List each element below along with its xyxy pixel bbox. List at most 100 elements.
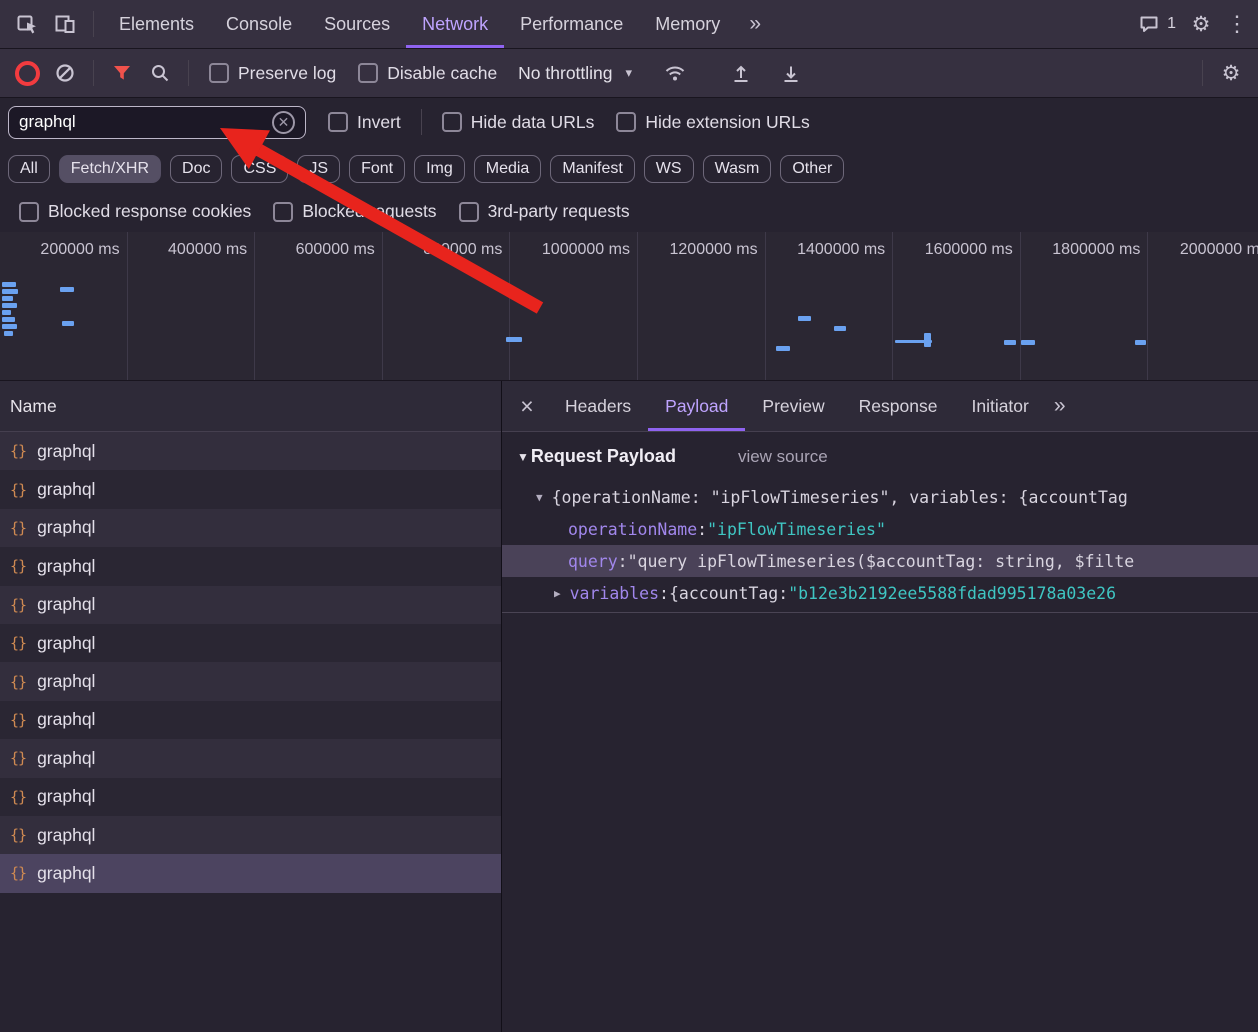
request-row[interactable]: {}graphql: [0, 509, 501, 547]
type-pill-css[interactable]: CSS: [231, 155, 288, 183]
payload-object-prefix: {accountTag:: [669, 584, 788, 603]
checkbox-label: Blocked response cookies: [48, 201, 251, 222]
request-payload-section-header: ▼ Request Payload view source: [502, 432, 1258, 481]
type-pill-doc[interactable]: Doc: [170, 155, 222, 183]
expand-triangle-icon[interactable]: ▶: [554, 587, 561, 600]
collapse-triangle-icon[interactable]: ▼: [517, 450, 529, 464]
hide-extension-urls-checkbox[interactable]: Hide extension URLs: [616, 112, 809, 133]
type-pill-ws[interactable]: WS: [644, 155, 694, 183]
request-row[interactable]: {}graphql: [0, 586, 501, 624]
payload-key: query: [568, 552, 618, 571]
download-arrow-icon: [780, 62, 802, 84]
type-pill-manifest[interactable]: Manifest: [550, 155, 634, 183]
filter-input-value: graphql: [19, 112, 272, 132]
request-row[interactable]: {}graphql: [0, 432, 501, 470]
payload-tree: ▼ {operationName: "ipFlowTimeseries", va…: [502, 481, 1258, 613]
import-har-button[interactable]: [722, 54, 760, 92]
payload-variables-row[interactable]: ▶ variables: {accountTag: "b12e3b2192ee5…: [502, 577, 1258, 609]
preserve-log-checkbox[interactable]: Preserve log: [209, 63, 336, 84]
clear-requests-button[interactable]: [46, 54, 84, 92]
request-row[interactable]: {}graphql: [0, 624, 501, 662]
tab-sources[interactable]: Sources: [308, 0, 406, 48]
request-name: graphql: [37, 594, 95, 615]
invert-checkbox[interactable]: Invert: [328, 112, 401, 133]
tab-performance[interactable]: Performance: [504, 0, 639, 48]
blocked-requests-checkbox[interactable]: Blocked requests: [273, 201, 436, 222]
tab-elements[interactable]: Elements: [103, 0, 210, 48]
type-pill-all[interactable]: All: [8, 155, 50, 183]
detail-tab-preview[interactable]: Preview: [745, 381, 841, 431]
kebab-menu-icon[interactable]: ⋮: [1220, 5, 1258, 43]
waterfall-bar: [1021, 340, 1035, 345]
issues-button[interactable]: 1: [1138, 13, 1176, 35]
detail-tab-payload[interactable]: Payload: [648, 381, 745, 431]
colon: :: [697, 520, 707, 539]
type-pill-other[interactable]: Other: [780, 155, 844, 183]
view-source-link[interactable]: view source: [738, 447, 828, 467]
payload-operation-row[interactable]: operationName: "ipFlowTimeseries": [502, 513, 1258, 545]
filter-input[interactable]: graphql ✕: [8, 106, 306, 139]
type-pill-js[interactable]: JS: [297, 155, 340, 183]
close-details-icon[interactable]: ×: [506, 393, 548, 420]
3rd-party-requests-checkbox[interactable]: 3rd-party requests: [459, 201, 630, 222]
export-har-button[interactable]: [772, 54, 810, 92]
request-name: graphql: [37, 748, 95, 769]
type-pill-img[interactable]: Img: [414, 155, 465, 183]
inspect-element-icon[interactable]: [8, 5, 46, 43]
more-tabs-icon[interactable]: »: [736, 5, 774, 43]
request-row[interactable]: {}graphql: [0, 778, 501, 816]
checkbox-box: [459, 202, 479, 222]
json-braces-icon: {}: [10, 634, 26, 652]
request-row[interactable]: {}graphql: [0, 547, 501, 585]
network-settings-gear-icon[interactable]: ⚙: [1212, 54, 1250, 92]
separator: [1202, 60, 1203, 86]
device-toolbar-icon[interactable]: [46, 5, 84, 43]
separator: [93, 60, 94, 86]
detail-tab-headers[interactable]: Headers: [548, 381, 648, 431]
network-toolbar: Preserve log Disable cache No throttling…: [0, 49, 1258, 98]
json-braces-icon: {}: [10, 711, 26, 729]
search-icon[interactable]: [141, 54, 179, 92]
expand-triangle-icon[interactable]: ▼: [536, 491, 543, 504]
filter-bar: graphql ✕ Invert Hide data URLs Hide ext…: [0, 98, 1258, 146]
record-button[interactable]: [8, 54, 46, 92]
clear-filter-icon[interactable]: ✕: [272, 111, 295, 134]
json-braces-icon: {}: [10, 442, 26, 460]
type-pill-media[interactable]: Media: [474, 155, 542, 183]
request-row[interactable]: {}graphql: [0, 739, 501, 777]
tab-console[interactable]: Console: [210, 0, 308, 48]
disable-cache-checkbox[interactable]: Disable cache: [358, 63, 497, 84]
type-pill-wasm[interactable]: Wasm: [703, 155, 772, 183]
type-pill-font[interactable]: Font: [349, 155, 405, 183]
detail-tab-initiator[interactable]: Initiator: [954, 381, 1045, 431]
network-overview-timeline[interactable]: 200000 ms400000 ms600000 ms800000 ms1000…: [0, 232, 1258, 381]
filter-toggle-icon[interactable]: [103, 54, 141, 92]
settings-gear-icon[interactable]: ⚙: [1182, 5, 1220, 43]
more-detail-tabs-icon[interactable]: »: [1054, 394, 1066, 418]
payload-query-value: "query ipFlowTimeseries($accountTag: str…: [628, 552, 1135, 571]
payload-query-row[interactable]: query: "query ipFlowTimeseries($accountT…: [502, 545, 1258, 577]
tab-memory[interactable]: Memory: [639, 0, 736, 48]
tab-network[interactable]: Network: [406, 0, 504, 48]
checkbox-box: [19, 202, 39, 222]
hide-data-urls-checkbox[interactable]: Hide data URLs: [442, 112, 595, 133]
blocked-response-cookies-checkbox[interactable]: Blocked response cookies: [19, 201, 251, 222]
request-row[interactable]: {}graphql: [0, 854, 501, 892]
request-row[interactable]: {}graphql: [0, 662, 501, 700]
type-pill-fetch-xhr[interactable]: Fetch/XHR: [59, 155, 161, 183]
throttling-select[interactable]: No throttling ▾: [508, 63, 642, 84]
name-column-header[interactable]: Name: [0, 381, 501, 432]
request-row[interactable]: {} graphql: [0, 701, 501, 739]
request-row[interactable]: {}graphql: [0, 470, 501, 508]
payload-root-row[interactable]: ▼ {operationName: "ipFlowTimeseries", va…: [502, 481, 1258, 513]
detail-tab-response[interactable]: Response: [842, 381, 955, 431]
request-name: graphql: [37, 709, 95, 730]
checkbox-box: [442, 112, 462, 132]
waterfall-bar: [60, 287, 74, 292]
separator: [188, 60, 189, 86]
main-tabs: ElementsConsoleSourcesNetworkPerformance…: [103, 0, 736, 48]
network-conditions-icon[interactable]: [656, 54, 694, 92]
json-braces-icon: {}: [10, 673, 26, 691]
request-row[interactable]: {}graphql: [0, 816, 501, 854]
checkbox-box: [209, 63, 229, 83]
